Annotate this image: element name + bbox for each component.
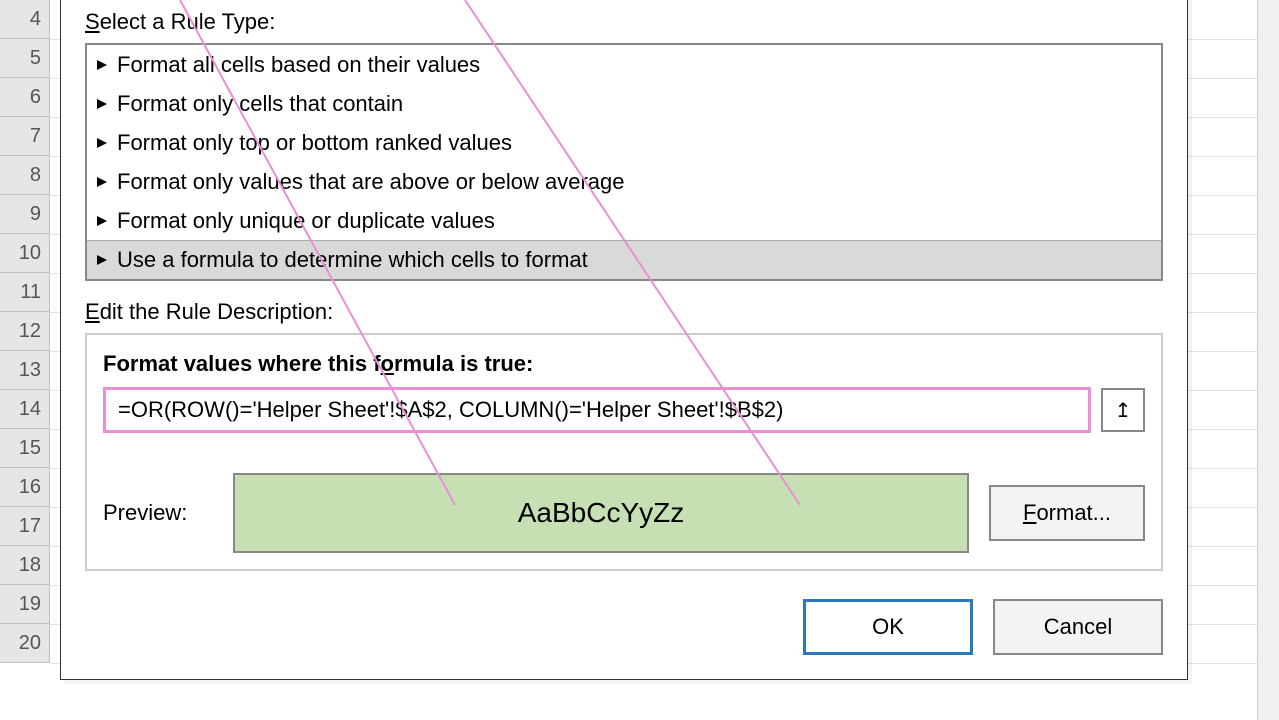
row-header[interactable]: 16 bbox=[0, 468, 49, 507]
rule-type-item[interactable]: Format only top or bottom ranked values bbox=[87, 123, 1161, 162]
row-header[interactable]: 4 bbox=[0, 0, 49, 39]
rule-type-item[interactable]: Format only unique or duplicate values bbox=[87, 201, 1161, 240]
row-header[interactable]: 18 bbox=[0, 546, 49, 585]
rule-description-box: Format values where this formula is true… bbox=[85, 333, 1163, 571]
collapse-icon: ↥ bbox=[1115, 398, 1132, 423]
rule-type-label: Format only values that are above or bel… bbox=[117, 169, 625, 195]
row-header[interactable]: 10 bbox=[0, 234, 49, 273]
select-rule-type-label: Select a Rule Type: bbox=[85, 9, 1163, 35]
arrow-right-icon bbox=[97, 60, 107, 70]
rule-type-label: Format only top or bottom ranked values bbox=[117, 130, 512, 156]
rule-type-label: Format only unique or duplicate values bbox=[117, 208, 495, 234]
arrow-right-icon bbox=[97, 255, 107, 265]
rule-type-item[interactable]: Format only cells that contain bbox=[87, 84, 1161, 123]
dialog-button-row: OK Cancel bbox=[85, 599, 1163, 655]
new-formatting-rule-dialog: Select a Rule Type: Format all cells bas… bbox=[60, 0, 1188, 680]
row-header[interactable]: 6 bbox=[0, 78, 49, 117]
row-header[interactable]: 14 bbox=[0, 390, 49, 429]
formula-input[interactable] bbox=[103, 387, 1091, 433]
rule-type-label: Format only cells that contain bbox=[117, 91, 403, 117]
vertical-scrollbar[interactable] bbox=[1257, 0, 1279, 720]
arrow-right-icon bbox=[97, 138, 107, 148]
arrow-right-icon bbox=[97, 99, 107, 109]
row-header[interactable]: 7 bbox=[0, 117, 49, 156]
row-headers: 4567891011121314151617181920 bbox=[0, 0, 50, 663]
row-header[interactable]: 20 bbox=[0, 624, 49, 663]
row-header[interactable]: 15 bbox=[0, 429, 49, 468]
cancel-button[interactable]: Cancel bbox=[993, 599, 1163, 655]
preview-box: AaBbCcYyZz bbox=[233, 473, 969, 553]
rule-type-item[interactable]: Format all cells based on their values bbox=[87, 45, 1161, 84]
arrow-right-icon bbox=[97, 177, 107, 187]
edit-rule-description-label: Edit the Rule Description: bbox=[85, 299, 1163, 325]
row-header[interactable]: 19 bbox=[0, 585, 49, 624]
arrow-right-icon bbox=[97, 216, 107, 226]
rule-type-item[interactable]: Format only values that are above or bel… bbox=[87, 162, 1161, 201]
format-button[interactable]: Format... bbox=[989, 485, 1145, 541]
rule-type-label: Use a formula to determine which cells t… bbox=[117, 247, 588, 273]
collapse-dialog-button[interactable]: ↥ bbox=[1101, 388, 1145, 432]
row-header[interactable]: 8 bbox=[0, 156, 49, 195]
row-header[interactable]: 13 bbox=[0, 351, 49, 390]
preview-label: Preview: bbox=[103, 500, 213, 526]
rule-type-item[interactable]: Use a formula to determine which cells t… bbox=[87, 240, 1161, 279]
row-header[interactable]: 12 bbox=[0, 312, 49, 351]
row-header[interactable]: 11 bbox=[0, 273, 49, 312]
ok-button[interactable]: OK bbox=[803, 599, 973, 655]
rule-type-label: Format all cells based on their values bbox=[117, 52, 480, 78]
row-header[interactable]: 9 bbox=[0, 195, 49, 234]
rule-type-list[interactable]: Format all cells based on their values Fo… bbox=[85, 43, 1163, 281]
row-header[interactable]: 17 bbox=[0, 507, 49, 546]
formula-true-label: Format values where this formula is true… bbox=[103, 351, 1145, 377]
row-header[interactable]: 5 bbox=[0, 39, 49, 78]
